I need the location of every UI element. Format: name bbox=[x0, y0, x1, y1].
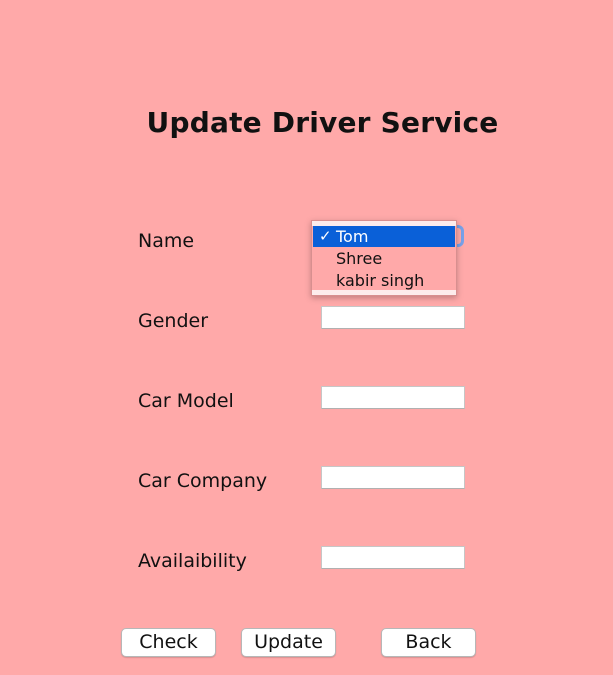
car-model-field[interactable] bbox=[321, 386, 465, 409]
name-label: Name bbox=[138, 230, 195, 252]
name-option-label: Tom bbox=[336, 227, 369, 246]
name-option-label: Shree bbox=[336, 249, 383, 268]
name-option-kabir-singh[interactable]: kabir singh bbox=[313, 270, 455, 291]
car-model-label: Car Model bbox=[138, 390, 234, 412]
availability-field[interactable] bbox=[321, 546, 465, 569]
page-title: Update Driver Service bbox=[146, 106, 499, 139]
name-select-dropdown[interactable]: ✓ Tom Shree kabir singh bbox=[311, 220, 457, 296]
car-company-label: Car Company bbox=[138, 470, 268, 492]
check-button[interactable]: Check bbox=[121, 628, 216, 657]
name-option-tom[interactable]: ✓ Tom bbox=[313, 226, 455, 247]
update-button[interactable]: Update bbox=[241, 628, 336, 657]
name-option-label: kabir singh bbox=[336, 271, 425, 290]
availability-label: Availaibility bbox=[138, 550, 247, 572]
gender-field[interactable] bbox=[321, 306, 465, 329]
back-button[interactable]: Back bbox=[381, 628, 476, 657]
dropdown-bottom-edge bbox=[312, 290, 456, 295]
car-company-field[interactable] bbox=[321, 466, 465, 489]
checkmark-icon: ✓ bbox=[319, 227, 332, 245]
gender-label: Gender bbox=[138, 310, 209, 332]
name-option-shree[interactable]: Shree bbox=[313, 248, 455, 269]
